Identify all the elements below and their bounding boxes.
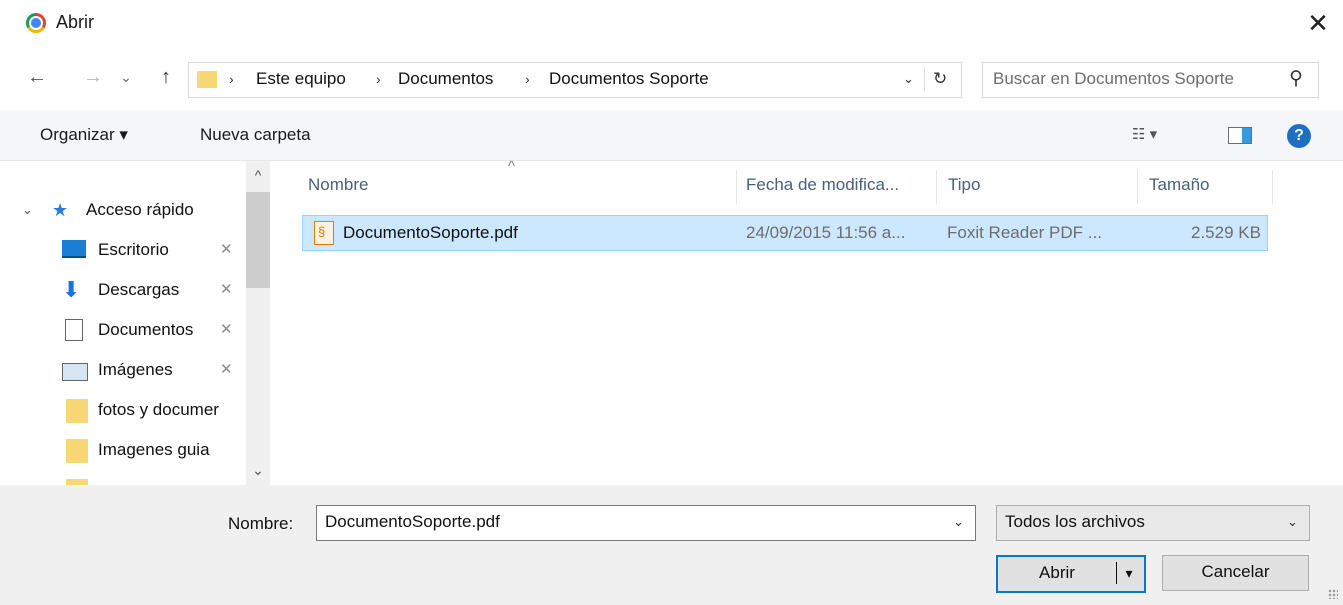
pin-icon: ✕ — [220, 321, 233, 338]
sidebar-item-imagenes-guia[interactable]: Imagenes guia — [98, 430, 210, 470]
forward-button[interactable]: → — [78, 62, 108, 92]
refresh-icon[interactable]: ↻ — [933, 63, 947, 95]
sidebar-item-documentos[interactable]: Documentos — [98, 310, 193, 350]
breadcrumb-documentos[interactable]: Documentos — [398, 63, 493, 95]
search-box[interactable]: Buscar en Documentos Soporte ⚲ — [982, 62, 1319, 98]
resize-grip[interactable] — [1328, 589, 1338, 599]
column-header-nombre[interactable]: Nombre — [308, 165, 368, 205]
new-folder-button[interactable]: Nueva carpeta — [200, 110, 311, 160]
organize-menu-button[interactable]: Organizar ▾ — [40, 110, 128, 160]
sidebar-item-quick-access[interactable]: Acceso rápido — [86, 190, 194, 230]
toolbar: Organizar ▾ Nueva carpeta ☷ ▾ ? — [0, 110, 1343, 161]
address-dropdown-icon[interactable]: ⌄ — [903, 63, 914, 95]
file-date: 24/09/2015 11:56 a... — [746, 223, 906, 242]
desktop-icon — [62, 240, 86, 258]
chevron-down-icon[interactable]: ⌄ — [1287, 506, 1298, 538]
filename-label: Nombre: — [228, 514, 294, 533]
download-icon: ⬇ — [62, 277, 81, 302]
recent-locations-dropdown[interactable]: ⌄ — [116, 62, 136, 92]
filename-combobox[interactable]: DocumentoSoporte.pdf ⌄ — [316, 505, 976, 541]
close-button[interactable]: ✕ — [1298, 6, 1338, 40]
title-bar: Abrir ✕ — [0, 0, 1343, 46]
file-name: DocumentoSoporte.pdf — [343, 223, 518, 242]
document-icon — [65, 319, 83, 341]
pdf-file-icon — [314, 221, 334, 245]
sidebar-item-fotos-y-documentos[interactable]: fotos y documer — [98, 390, 219, 430]
column-header-tamano[interactable]: Tamaño — [1149, 165, 1209, 205]
pin-icon: ✕ — [220, 361, 233, 378]
navigation-pane: ⌄ ★ Acceso rápido Escritorio ✕ ⬇ Descarg… — [0, 161, 270, 485]
divider — [924, 67, 925, 91]
column-divider[interactable] — [936, 170, 937, 204]
folder-icon — [66, 399, 88, 423]
chrome-app-icon — [26, 13, 46, 33]
bottom-panel: Nombre: DocumentoSoporte.pdf ⌄ Todos los… — [0, 485, 1343, 605]
open-options-dropdown[interactable]: ▾ — [1117, 557, 1141, 589]
preview-pane-icon[interactable] — [1228, 127, 1252, 144]
chevron-down-icon[interactable]: ⌄ — [953, 506, 964, 538]
help-icon[interactable]: ? — [1287, 124, 1311, 148]
scroll-down-button[interactable]: ⌄ — [246, 460, 270, 480]
folder-icon — [197, 71, 217, 88]
window-title: Abrir — [56, 12, 95, 32]
up-button[interactable]: ↑ — [152, 62, 180, 92]
pictures-icon — [62, 363, 88, 381]
breadcrumb-este-equipo[interactable]: Este equipo — [256, 63, 346, 95]
file-type-filter-value: Todos los archivos — [1005, 512, 1145, 531]
back-button[interactable]: ← — [22, 62, 52, 92]
open-button[interactable]: Abrir ▾ — [996, 555, 1146, 593]
scroll-up-button[interactable]: ^ — [246, 165, 270, 185]
search-input[interactable]: Buscar en Documentos Soporte — [993, 63, 1234, 95]
nav-scrollbar-thumb[interactable] — [246, 192, 270, 288]
address-bar[interactable]: › Este equipo › Documentos › Documentos … — [188, 62, 962, 98]
sidebar-item-imagenes[interactable]: Imágenes — [98, 350, 173, 390]
sidebar-item-descargas[interactable]: Descargas — [98, 270, 179, 310]
column-divider[interactable] — [1272, 170, 1273, 204]
star-icon: ★ — [52, 200, 69, 220]
cancel-button[interactable]: Cancelar — [1162, 555, 1309, 591]
breadcrumb-separator: › — [376, 71, 381, 87]
expand-chevron-icon[interactable]: ⌄ — [22, 190, 33, 230]
search-icon[interactable]: ⚲ — [1289, 63, 1303, 95]
view-options-icon[interactable]: ☷ ▾ — [1132, 110, 1157, 160]
column-header-fecha[interactable]: Fecha de modifica... — [746, 165, 899, 205]
pin-icon: ✕ — [220, 241, 233, 258]
open-button-label: Abrir — [1039, 563, 1075, 582]
sort-indicator-icon: ^ — [508, 158, 516, 175]
file-type-filter-select[interactable]: Todos los archivos ⌄ — [996, 505, 1310, 541]
column-divider[interactable] — [1137, 170, 1138, 204]
file-size: 2.529 KB — [1191, 223, 1261, 242]
filename-input[interactable]: DocumentoSoporte.pdf — [325, 506, 500, 538]
column-divider[interactable] — [736, 170, 737, 204]
folder-icon — [66, 439, 88, 463]
file-row[interactable]: DocumentoSoporte.pdf 24/09/2015 11:56 a.… — [302, 215, 1268, 251]
breadcrumb-separator: › — [525, 71, 530, 87]
sidebar-item-escritorio[interactable]: Escritorio — [98, 230, 169, 270]
pin-icon: ✕ — [220, 281, 233, 298]
column-header-tipo[interactable]: Tipo — [948, 165, 980, 205]
file-type: Foxit Reader PDF ... — [947, 223, 1102, 242]
breadcrumb-separator: › — [229, 71, 234, 87]
breadcrumb-documentos-soporte[interactable]: Documentos Soporte — [549, 63, 709, 95]
